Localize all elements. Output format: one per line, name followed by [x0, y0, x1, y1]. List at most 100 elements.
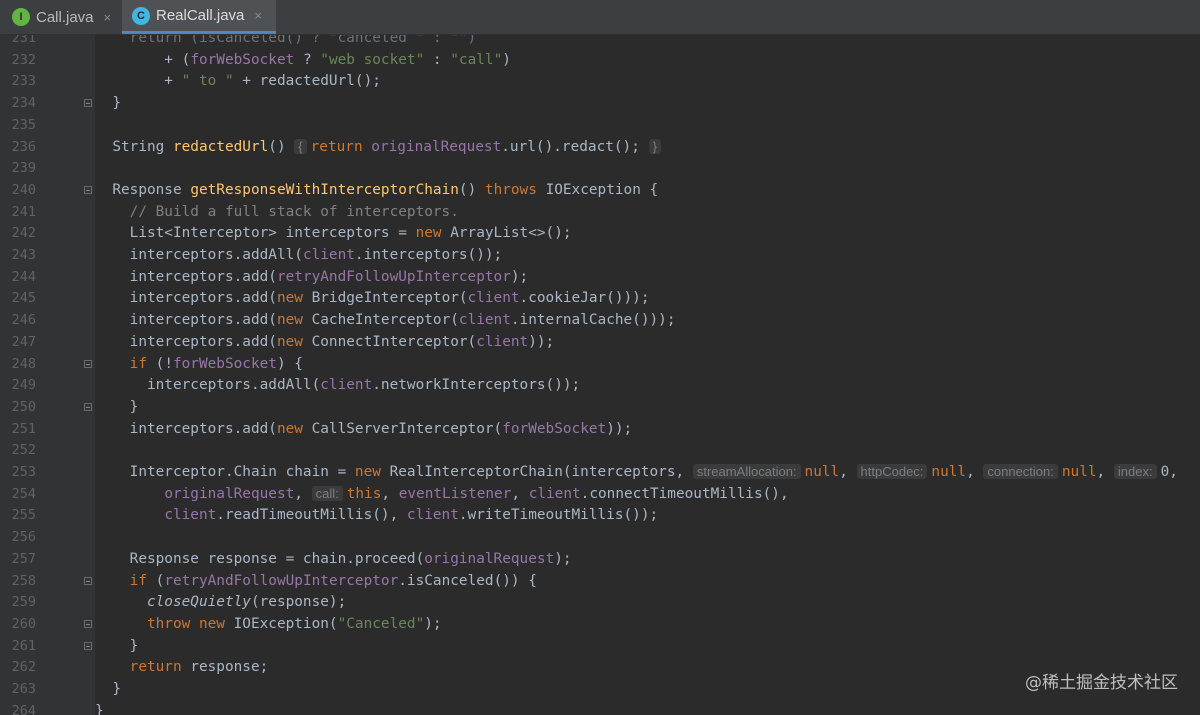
- code-token: ) {: [276, 355, 303, 372]
- fold-marker-icon[interactable]: [84, 185, 92, 194]
- code-token: response;: [190, 659, 269, 676]
- code-text: String redactedUrl() {return originalReq…: [95, 136, 665, 158]
- line-number: 261: [11, 637, 36, 654]
- code-line[interactable]: 262 return response;: [0, 656, 1200, 678]
- code-token: ArrayList<>();: [450, 225, 572, 242]
- fold-marker-icon[interactable]: [84, 641, 92, 650]
- code-token: this: [346, 485, 382, 502]
- code-token: new: [276, 290, 312, 307]
- code-line[interactable]: 242 List<Interceptor> interceptors = new…: [0, 222, 1200, 244]
- line-number: 263: [11, 681, 36, 697]
- code-line[interactable]: 257 Response response = chain.proceed(or…: [0, 548, 1200, 570]
- code-text: + (forWebSocket ? "web socket" : "call"): [95, 49, 511, 71]
- code-text: throw new IOException("Canceled");: [95, 613, 442, 635]
- code-text: originalRequest, call: this, eventListene…: [95, 483, 789, 505]
- class-icon: C: [132, 6, 150, 25]
- code-token: ,: [1096, 464, 1114, 480]
- code-token: interceptors.add(: [95, 268, 277, 285]
- fold-marker-icon[interactable]: [84, 576, 92, 585]
- fold-marker-icon[interactable]: [84, 359, 92, 368]
- parameter-hint: }: [648, 138, 661, 154]
- code-token: throw new: [95, 615, 234, 632]
- code-line[interactable]: 239: [0, 157, 1200, 179]
- code-line[interactable]: 256: [0, 526, 1200, 548]
- code-line[interactable]: 231 return (isCanceled() ? "canceled " :…: [0, 35, 1200, 49]
- code-line[interactable]: 263 }: [0, 678, 1200, 700]
- line-number: 253: [11, 464, 36, 480]
- code-editor[interactable]: 231 return (isCanceled() ? "canceled " :…: [0, 35, 1200, 715]
- code-line[interactable]: 264}: [0, 700, 1200, 715]
- line-number: 243: [11, 247, 36, 263]
- parameter-hint: index:: [1113, 464, 1157, 479]
- line-number: 259: [11, 594, 36, 611]
- code-token: Interceptor.Chain chain =: [95, 464, 355, 480]
- code-line[interactable]: 232 + (forWebSocket ? "web socket" : "ca…: [0, 49, 1200, 71]
- interface-icon: I: [12, 8, 30, 26]
- line-number: 233: [11, 73, 36, 90]
- code-line[interactable]: 259 closeQuietly(response);: [0, 591, 1200, 613]
- code-line[interactable]: 234 }: [0, 92, 1200, 114]
- code-line[interactable]: 255 client.readTimeoutMillis(), client.w…: [0, 504, 1200, 526]
- line-number: 264: [11, 702, 36, 715]
- code-line[interactable]: 240 Response getResponseWithInterceptorC…: [0, 179, 1200, 201]
- line-number: 249: [11, 377, 36, 394]
- line-number: 241: [11, 203, 36, 220]
- tab-call-java[interactable]: I Call.java ×: [0, 0, 122, 34]
- line-number: 254: [11, 485, 36, 502]
- watermark: @稀土掘金技术社区: [1025, 673, 1178, 693]
- code-line[interactable]: 252: [0, 439, 1200, 461]
- code-line[interactable]: 233 + " to " + redactedUrl();: [0, 70, 1200, 92]
- code-line[interactable]: 254 originalRequest, call: this, eventLis…: [0, 483, 1200, 505]
- code-text: }: [95, 700, 104, 715]
- code-token: // Build a full stack of interceptors.: [95, 203, 459, 220]
- code-line[interactable]: 258 if (retryAndFollowUpInterceptor.isCa…: [0, 570, 1200, 592]
- code-line[interactable]: 248 if (!forWebSocket) {: [0, 353, 1200, 375]
- code-line[interactable]: 250 }: [0, 396, 1200, 418]
- line-number: 242: [11, 225, 36, 242]
- fold-marker-icon[interactable]: [84, 402, 92, 411]
- code-token: CallServerInterceptor(: [311, 420, 503, 437]
- code-line[interactable]: 243 interceptors.addAll(client.intercept…: [0, 244, 1200, 266]
- line-number: 239: [11, 160, 36, 177]
- code-line[interactable]: 241 // Build a full stack of interceptor…: [0, 201, 1200, 223]
- fold-marker-icon[interactable]: [84, 99, 92, 108]
- code-token: ,: [381, 485, 399, 502]
- parameter-hint: streamAllocation:: [692, 464, 801, 479]
- code-text: if (!forWebSocket) {: [95, 353, 303, 375]
- fold-marker-icon[interactable]: [84, 619, 92, 628]
- code-line[interactable]: 245 interceptors.add(new BridgeIntercept…: [0, 287, 1200, 309]
- code-line[interactable]: 235: [0, 114, 1200, 136]
- tab-realcall-java[interactable]: C RealCall.java ×: [122, 0, 276, 34]
- code-token: new: [276, 312, 312, 329]
- code-line[interactable]: 261 }: [0, 635, 1200, 657]
- code-line[interactable]: 253 Interceptor.Chain chain = new RealIn…: [0, 461, 1200, 483]
- code-line[interactable]: 260 throw new IOException("Canceled");: [0, 613, 1200, 635]
- code-text: }: [95, 678, 121, 700]
- line-number: 240: [11, 181, 36, 198]
- code-line[interactable]: 249 interceptors.addAll(client.networkIn…: [0, 374, 1200, 396]
- code-line[interactable]: 246 interceptors.add(new CacheIntercepto…: [0, 309, 1200, 331]
- code-token: ,: [839, 464, 857, 480]
- code-token: interceptors.add(: [95, 333, 277, 350]
- code-token: "Canceled": [337, 615, 425, 632]
- code-line[interactable]: 236 String redactedUrl() {return origina…: [0, 136, 1200, 158]
- code-line[interactable]: 247 interceptors.add(new ConnectIntercep…: [0, 331, 1200, 353]
- code-token: originalRequest: [164, 485, 295, 502]
- line-number: 231: [11, 35, 36, 46]
- tab-label: RealCall.java: [156, 7, 245, 24]
- code-line[interactable]: 251 interceptors.add(new CallServerInter…: [0, 418, 1200, 440]
- code-text: + " to " + redactedUrl();: [95, 70, 381, 92]
- code-token: redactedUrl: [172, 138, 269, 155]
- code-token: );: [424, 615, 442, 632]
- line-number: 251: [11, 420, 36, 437]
- code-token: }: [95, 681, 121, 697]
- code-token: new: [276, 420, 312, 437]
- code-token: (!: [155, 355, 173, 372]
- code-text: interceptors.add(new BridgeInterceptor(c…: [95, 287, 650, 309]
- close-icon[interactable]: ×: [104, 10, 112, 25]
- code-line[interactable]: 244 interceptors.add(retryAndFollowUpInt…: [0, 266, 1200, 288]
- line-number: 246: [11, 312, 36, 329]
- line-number: 255: [11, 507, 36, 524]
- close-icon[interactable]: ×: [254, 8, 262, 23]
- line-number: 262: [11, 659, 36, 676]
